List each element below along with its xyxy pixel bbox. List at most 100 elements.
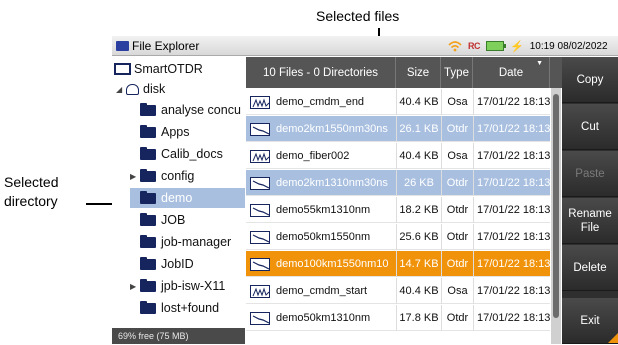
rename-label-line1: Rename <box>568 207 612 220</box>
table-row[interactable]: demo100km1550nm10 14.7 KB Otdr 17/01/22 18:… <box>246 251 550 277</box>
tree-item-label: analyse concu <box>161 103 241 117</box>
file-name: demo55km1310nm <box>276 204 371 216</box>
tree-item-label: job-manager <box>161 235 232 249</box>
otdr-trace-icon <box>250 230 270 244</box>
table-row[interactable]: demo_cmdm_start 40.4 KB Osa 17/01/22 18:13 <box>246 278 550 304</box>
tree-item-demo[interactable]: demo <box>130 188 245 208</box>
scrollbar[interactable] <box>551 88 561 344</box>
cell-type: Otdr <box>441 305 473 331</box>
status-area: RC ⚡ 10:19 08/02/2022 <box>448 38 608 54</box>
cell-size: 40.4 KB <box>396 143 441 169</box>
tree-item-lost-found[interactable]: lost+found <box>130 298 245 318</box>
expand-icon[interactable]: ▶ <box>130 282 140 291</box>
file-table: 10 Files - 0 Directories Size Type Date … <box>246 57 562 344</box>
corner-flag-icon <box>608 333 618 343</box>
file-name: demo2km1310nm30ns <box>276 177 388 189</box>
window-title: File Explorer <box>132 39 200 53</box>
cell-date: 17/01/22 18:13 <box>473 143 550 169</box>
exit-button[interactable]: Exit <box>562 298 618 344</box>
table-row[interactable]: demo_fiber002 40.4 KB Osa 17/01/22 18:13 <box>246 143 550 169</box>
cell-type: Osa <box>441 143 473 169</box>
tree-disk-label: disk <box>143 82 166 96</box>
tree-item-label: lost+found <box>161 301 220 315</box>
cell-type: Otdr <box>441 197 473 223</box>
osa-trace-icon <box>250 284 270 298</box>
table-row[interactable]: demo2km1310nm30ns 26 KB Otdr 17/01/22 18:13 <box>246 170 550 196</box>
soft-key-panel: Copy Cut Paste Rename File Delete Exit <box>562 57 618 344</box>
copy-button[interactable]: Copy <box>562 57 618 103</box>
tree-item-job[interactable]: JOB <box>130 210 245 230</box>
sort-descending-icon: ▼ <box>536 60 543 67</box>
tree-item-apps[interactable]: Apps <box>130 122 245 142</box>
tree-item-calib-docs[interactable]: Calib_docs <box>130 144 245 164</box>
exit-label: Exit <box>580 314 600 327</box>
cell-size: 40.4 KB <box>396 89 441 115</box>
tree-item-label: demo <box>161 191 193 205</box>
table-row[interactable]: demo50km1310nm 17.8 KB Otdr 17/01/22 18:13 <box>246 305 550 331</box>
rename-file-button[interactable]: Rename File <box>562 198 618 244</box>
cell-type: Otdr <box>441 170 473 196</box>
monitor-icon <box>114 63 131 75</box>
cell-size: 26 KB <box>396 170 441 196</box>
disk-icon <box>126 83 139 95</box>
folder-icon <box>140 146 156 160</box>
table-row[interactable]: demo_cmdm_end 40.4 KB Osa 17/01/22 18:13 <box>246 89 550 115</box>
remote-control-icon: RC <box>468 41 481 51</box>
column-header-name[interactable]: 10 Files - 0 Directories <box>246 57 396 88</box>
collapse-icon[interactable]: ◢ <box>116 85 126 94</box>
cell-date: 17/01/22 18:13 <box>473 278 550 304</box>
file-name: demo_fiber002 <box>276 150 350 162</box>
column-header-date-label: Date <box>498 66 524 79</box>
cell-date: 17/01/22 18:13 <box>473 89 550 115</box>
otdr-trace-icon <box>250 203 270 217</box>
file-name: demo_cmdm_start <box>276 285 368 297</box>
cell-type: Otdr <box>441 251 473 277</box>
free-space-indicator: 69% free (75 MB) <box>112 328 245 344</box>
cell-type: Otdr <box>441 224 473 250</box>
folder-icon <box>140 124 156 138</box>
tree-item-label: JobID <box>161 257 194 271</box>
tree-item-job-manager[interactable]: job-manager <box>130 232 245 252</box>
tree-root[interactable]: SmartOTDR <box>114 59 245 79</box>
folder-icon <box>140 234 156 248</box>
cell-type: Otdr <box>441 116 473 142</box>
osa-trace-icon <box>250 95 270 109</box>
cell-name: demo50km1310nm <box>246 305 396 331</box>
tree-item-jobid[interactable]: JobID <box>130 254 245 274</box>
otdr-trace-icon <box>250 176 270 190</box>
tree-item-label: JOB <box>161 213 186 227</box>
cell-date: 17/01/22 18:13 <box>473 170 550 196</box>
tree-disk[interactable]: ◢ disk <box>116 79 245 99</box>
delete-button[interactable]: Delete <box>562 245 618 291</box>
cell-size: 17.8 KB <box>396 305 441 331</box>
cut-button[interactable]: Cut <box>562 104 618 150</box>
callout-selected-files: Selected files <box>316 8 400 24</box>
cell-date: 17/01/22 18:13 <box>473 224 550 250</box>
tree-item-label: Apps <box>161 125 190 139</box>
column-header-date[interactable]: Date ▼ <box>473 57 550 88</box>
folder-icon <box>116 41 129 51</box>
file-name: demo100km1550nm10 <box>276 258 389 270</box>
folder-icon <box>140 300 156 314</box>
column-header-type[interactable]: Type <box>441 57 473 88</box>
table-row[interactable]: demo50km1550nm 25.6 KB Otdr 17/01/22 18:13 <box>246 224 550 250</box>
tree-item-jpb-isw-x11[interactable]: ▶ jpb-isw-X11 <box>130 276 245 296</box>
paste-button[interactable]: Paste <box>562 151 618 197</box>
tree-item-analyse[interactable]: analyse concu <box>130 100 245 120</box>
directory-tree: SmartOTDR ◢ disk analyse concu Apps Cali… <box>112 57 245 344</box>
cell-size: 14.7 KB <box>396 251 441 277</box>
cell-name: demo2km1550nm30ns <box>246 116 396 142</box>
scrollbar-thumb[interactable] <box>553 94 559 318</box>
table-row[interactable]: demo2km1550nm30ns 26.1 KB Otdr 17/01/22 18:… <box>246 116 550 142</box>
file-name: demo_cmdm_end <box>276 96 365 108</box>
column-header-size[interactable]: Size <box>396 57 441 88</box>
tree-item-label: config <box>161 169 195 183</box>
tree-item-config[interactable]: ▶ config <box>130 166 245 186</box>
title-bar: File Explorer RC ⚡ 10:19 08/02/2022 <box>112 36 618 56</box>
folder-icon <box>140 212 156 226</box>
expand-icon[interactable]: ▶ <box>130 172 140 181</box>
table-row[interactable]: demo55km1310nm 18.2 KB Otdr 17/01/22 18:13 <box>246 197 550 223</box>
cell-size: 18.2 KB <box>396 197 441 223</box>
cell-date: 17/01/22 18:13 <box>473 116 550 142</box>
file-name: demo50km1310nm <box>276 312 371 324</box>
